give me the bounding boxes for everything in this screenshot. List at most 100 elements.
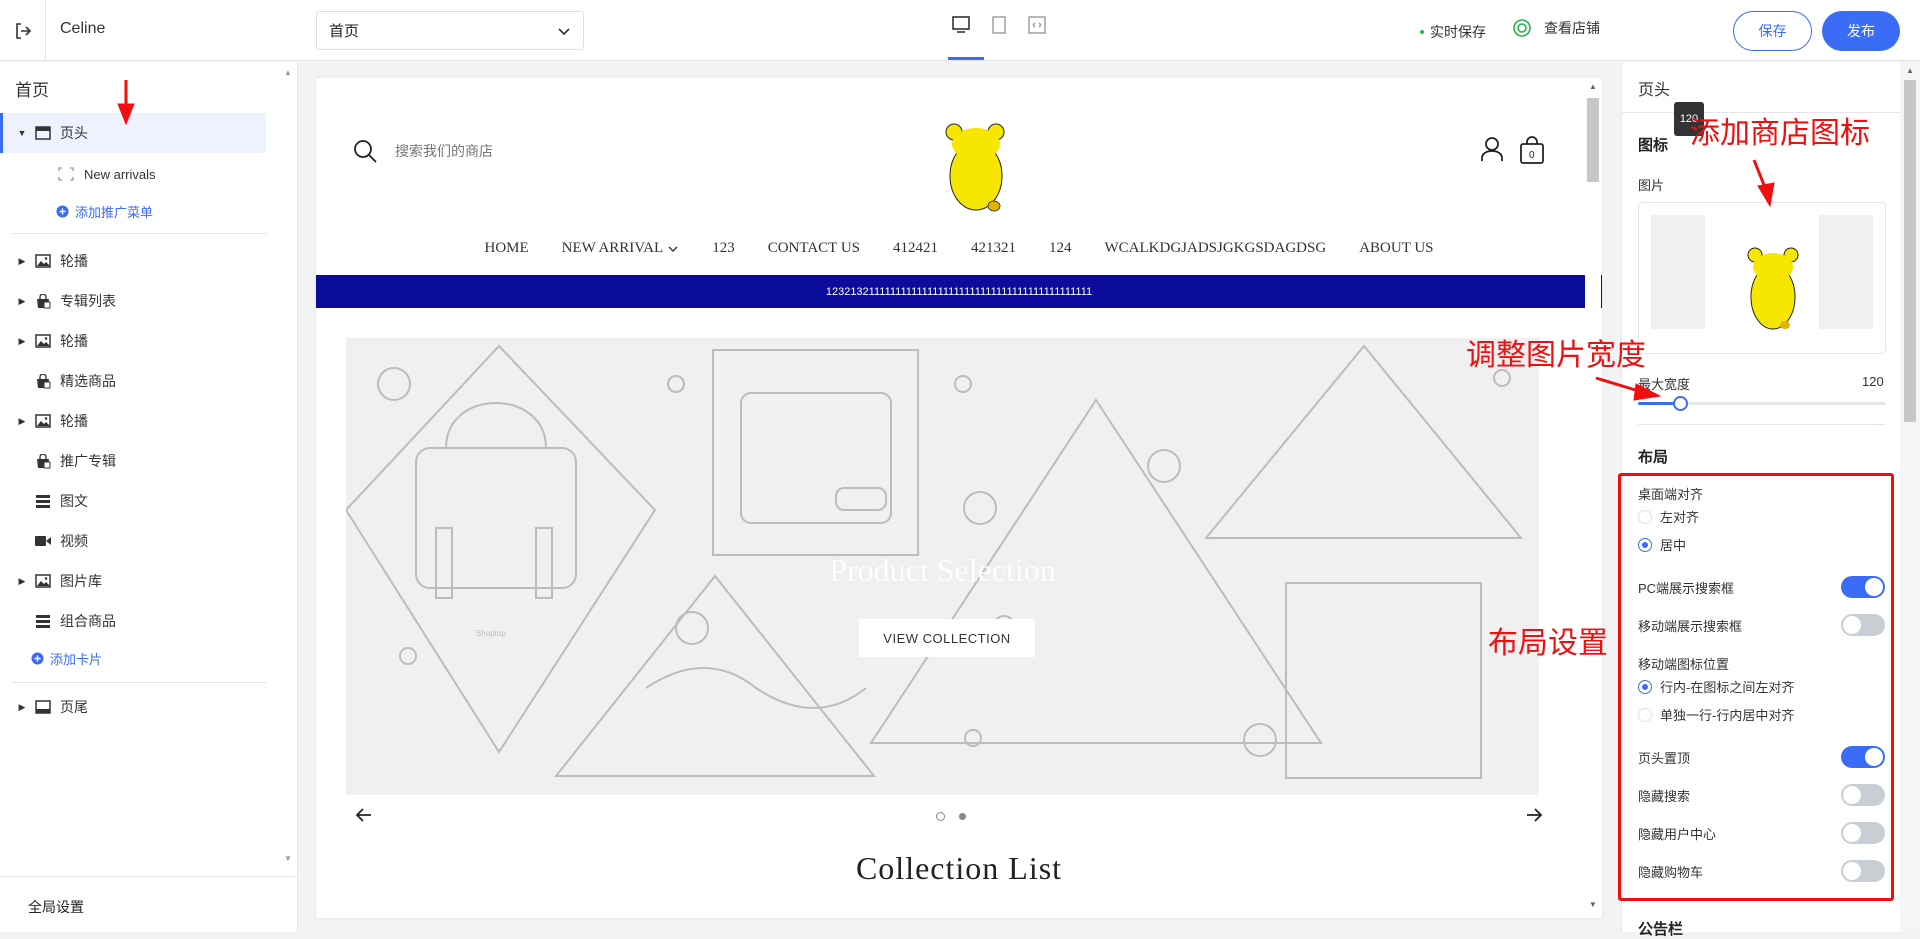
image-bg <box>1651 215 1705 329</box>
scroll-down-icon[interactable]: ▼ <box>1589 900 1597 909</box>
nav-item[interactable]: 412421 <box>893 240 938 257</box>
add-card-link[interactable]: 添加卡片 <box>31 643 102 673</box>
tree-subitem-label: New arrivals <box>84 166 156 182</box>
preview-scrollbar[interactable]: ▲ ▼ <box>1585 78 1601 918</box>
max-width-value: 120 <box>1862 374 1884 389</box>
settings-scrollbar[interactable]: ▲ <box>1900 62 1920 932</box>
caret-down-icon[interactable]: ▼ <box>14 128 30 138</box>
nav-item[interactable]: HOME <box>484 240 528 257</box>
scroll-thumb[interactable] <box>1587 98 1599 182</box>
device-switcher <box>950 14 1048 36</box>
image-icon <box>34 253 52 269</box>
tablet-view-button[interactable] <box>988 14 1010 36</box>
tree-item-label: 图片库 <box>60 573 102 589</box>
nav-item[interactable]: WCALKDGJADSJGKGSDAGDSG <box>1105 240 1327 257</box>
nav-item[interactable]: 421321 <box>971 240 1016 257</box>
announcement-bar[interactable]: 1232132111111111111111111111111111111111… <box>316 275 1602 308</box>
settings-title: 页头 <box>1638 82 1671 99</box>
tree-item-label: 图文 <box>60 493 88 509</box>
image-icon <box>34 573 52 589</box>
tree-item[interactable]: 组合商品 <box>0 601 266 641</box>
text-image-icon <box>34 493 52 509</box>
add-promo-menu-label: 添加推广菜单 <box>75 204 154 220</box>
search-icon[interactable] <box>352 138 378 164</box>
text-image-icon <box>34 613 52 629</box>
footer-section-icon <box>34 699 52 715</box>
arrow-right-icon[interactable] <box>1524 805 1544 825</box>
status-dot-icon <box>1420 30 1424 34</box>
user-icon[interactable] <box>1480 136 1504 162</box>
tree-item[interactable]: 视频 <box>0 521 266 561</box>
nav-item-label: NEW ARRIVAL <box>561 240 664 256</box>
tree-item-footer[interactable]: ▶ 页尾 <box>0 687 266 727</box>
exit-button[interactable] <box>0 0 46 61</box>
tree-item-header[interactable]: ▼ 页头 <box>0 113 266 153</box>
desktop-view-button[interactable] <box>950 14 972 36</box>
tree-item[interactable]: 精选商品 <box>0 361 266 401</box>
exit-icon <box>15 22 31 39</box>
video-icon <box>34 533 52 549</box>
nav-item[interactable]: CONTACT US <box>768 240 860 257</box>
store-logo-image[interactable] <box>936 118 1016 214</box>
global-settings-button[interactable]: 全局设置 <box>0 876 298 932</box>
tree-subitem-menu[interactable]: New arrivals <box>58 159 156 189</box>
view-collection-button[interactable]: VIEW COLLECTION <box>859 619 1035 657</box>
caret-right-icon[interactable]: ▶ <box>14 576 30 587</box>
hero-banner[interactable]: Shoptop Product Selection VIEW COLLECTIO… <box>346 338 1539 795</box>
carousel-dot[interactable] <box>936 812 945 821</box>
collection-icon <box>34 293 52 309</box>
nav-item-dropdown[interactable]: NEW ARRIVAL <box>562 240 680 257</box>
panel-title: 首页 <box>15 81 49 100</box>
tree-item[interactable]: ▶ 轮播 <box>0 241 266 281</box>
tree-item-label: 轮播 <box>60 333 88 349</box>
carousel-dot-active[interactable] <box>959 813 966 820</box>
caret-right-icon[interactable]: ▶ <box>14 336 30 347</box>
nav-item[interactable]: 124 <box>1049 240 1072 257</box>
tree-item[interactable]: ▶ 图片库 <box>0 561 266 601</box>
scroll-up-icon[interactable]: ▲ <box>1589 82 1597 91</box>
icon-section-title: 图标 <box>1638 137 1669 154</box>
page-select[interactable]: 首页 <box>316 11 584 50</box>
view-store-link[interactable]: 查看店铺 <box>1512 18 1600 38</box>
left-scrollbar[interactable]: ▲ ▼ <box>282 62 294 868</box>
autosave-status: 实时保存 <box>1420 22 1486 42</box>
publish-button[interactable]: 发布 <box>1822 11 1900 51</box>
tree-item[interactable]: ▶ 轮播 <box>0 321 266 361</box>
caret-right-icon[interactable]: ▶ <box>14 702 30 713</box>
tree-item[interactable]: 图文 <box>0 481 266 521</box>
nav-item[interactable]: 123 <box>712 240 735 257</box>
chevron-down-icon <box>668 246 678 252</box>
view-icon <box>1513 19 1531 37</box>
section-tree-panel: 首页 ▼ 页头 New arrivals 添加推广菜单 ▶ 轮播 ▶ 专辑列表 ▶ 轮播精… <box>0 62 298 932</box>
tree-item-label: 轮播 <box>60 253 88 269</box>
max-width-slider[interactable] <box>1638 396 1885 411</box>
arrow-left-icon[interactable] <box>354 805 374 825</box>
fullwidth-view-button[interactable] <box>1026 14 1048 36</box>
divider <box>12 233 266 234</box>
add-promo-menu-link[interactable]: 添加推广菜单 <box>56 196 153 226</box>
caret-right-icon[interactable]: ▶ <box>14 256 30 267</box>
slider-handle[interactable] <box>1673 396 1688 411</box>
tree-item[interactable]: 推广专辑 <box>0 441 266 481</box>
scroll-up-icon[interactable]: ▲ <box>1906 66 1914 75</box>
active-indicator <box>0 113 3 153</box>
save-button[interactable]: 保存 <box>1733 11 1812 51</box>
search-placeholder[interactable]: 搜索我们的商店 <box>395 141 493 161</box>
chevron-down-icon <box>558 28 570 36</box>
nav-item[interactable]: ABOUT US <box>1359 240 1433 257</box>
desktop-icon <box>952 16 970 33</box>
caret-right-icon[interactable]: ▶ <box>14 416 30 427</box>
caret-right-icon[interactable]: ▶ <box>14 296 30 307</box>
scroll-down-icon[interactable]: ▼ <box>284 854 292 863</box>
logo-image-picker[interactable] <box>1638 202 1886 354</box>
tree-item-label: 页头 <box>60 125 88 141</box>
collection-list-title: Collection List <box>855 850 1063 886</box>
tree-item[interactable]: ▶ 专辑列表 <box>0 281 266 321</box>
divider <box>1638 424 1885 425</box>
logo-thumbnail <box>1747 247 1799 330</box>
tree-item[interactable]: ▶ 轮播 <box>0 401 266 441</box>
scroll-up-icon[interactable]: ▲ <box>284 68 292 77</box>
scroll-thumb[interactable] <box>1904 80 1916 422</box>
header-section-icon <box>34 125 52 141</box>
main-nav: HOME NEW ARRIVAL 123 CONTACT US 412421 4… <box>316 240 1602 257</box>
